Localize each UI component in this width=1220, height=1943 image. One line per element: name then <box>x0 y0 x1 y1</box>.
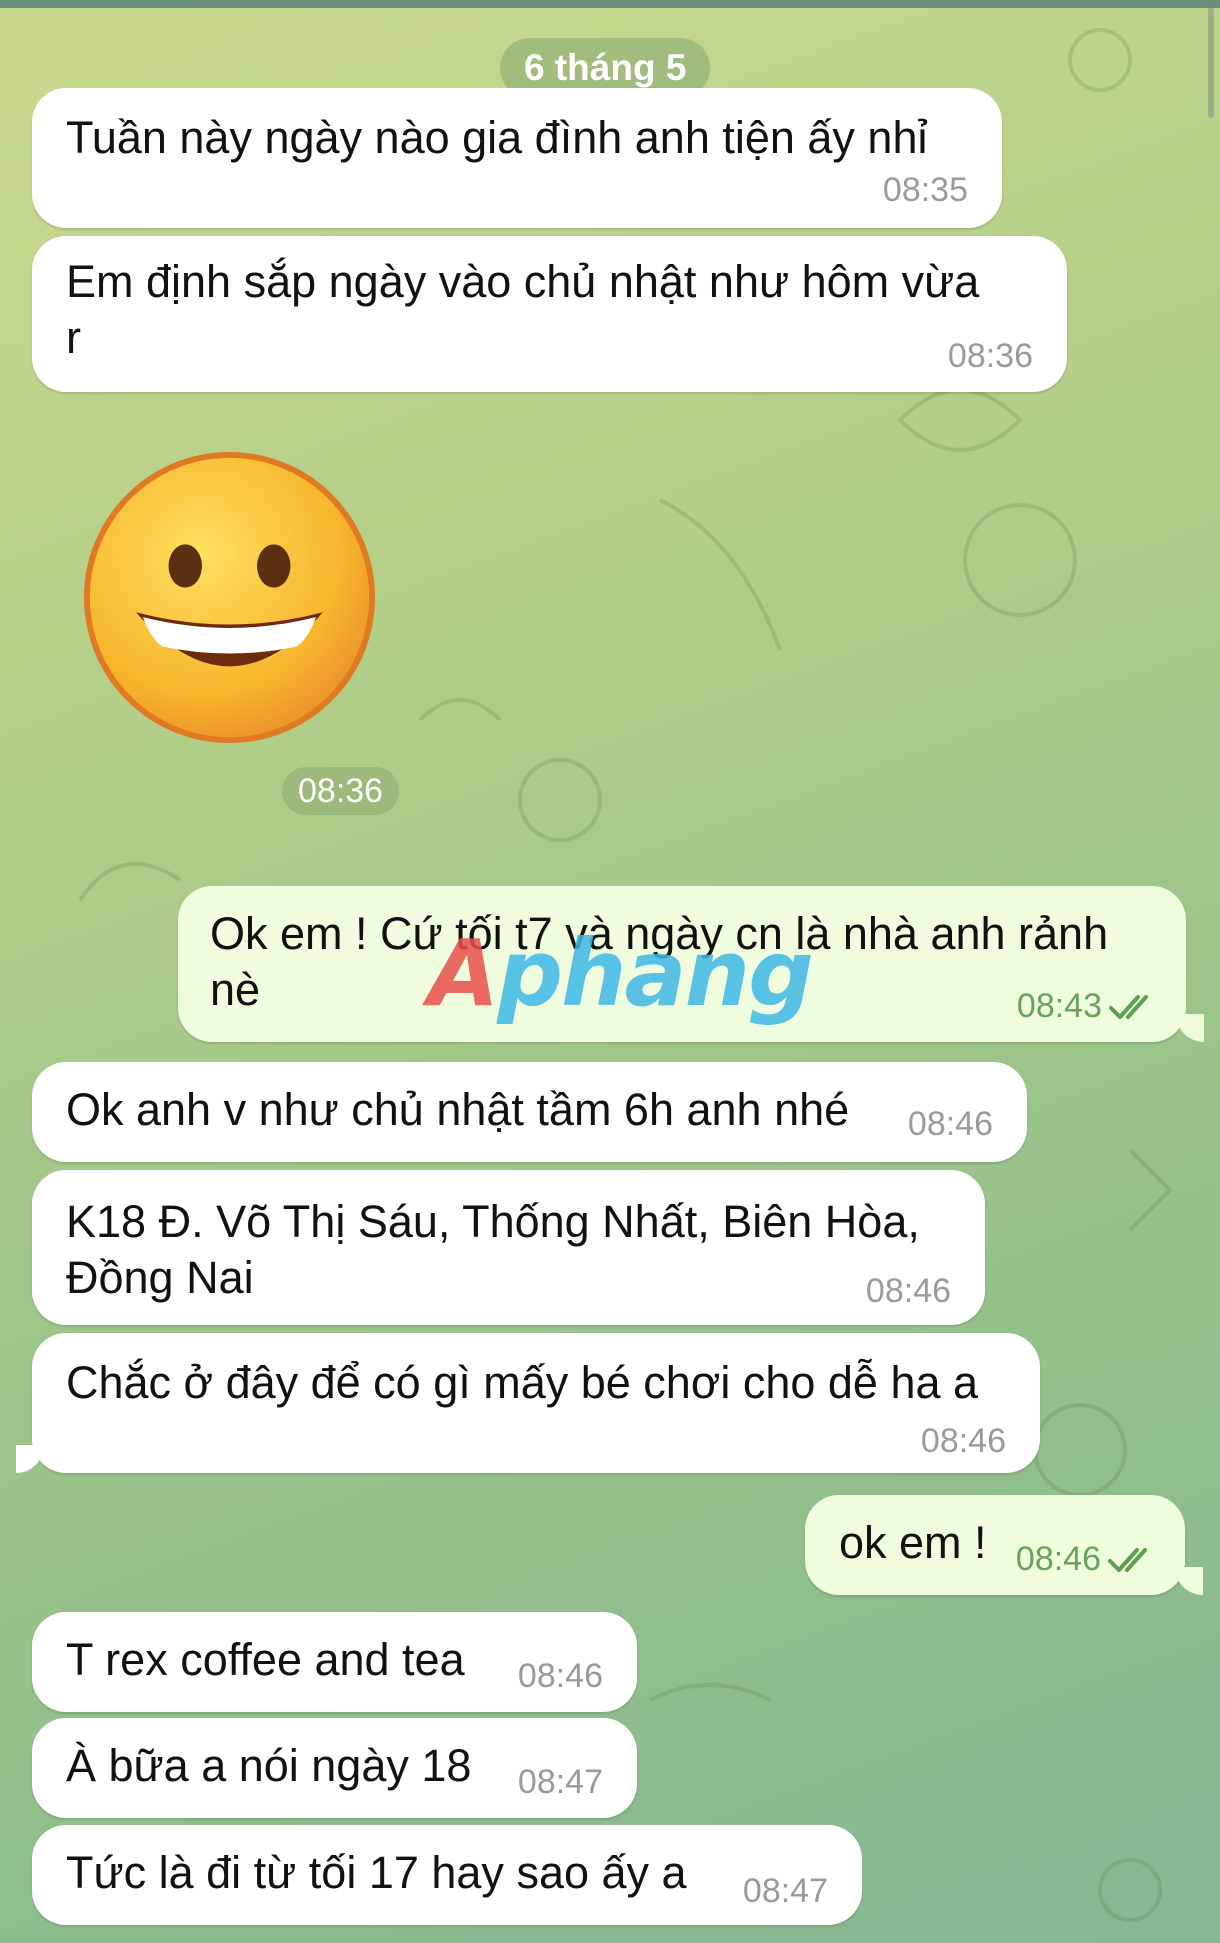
message-time: 08:43 <box>1016 987 1102 1025</box>
message-text: Tức là đi từ tối 17 hay sao ấy a <box>66 1847 687 1898</box>
message-text: Chắc ở đây để có gì mấy bé chơi cho dễ h… <box>66 1357 979 1408</box>
message-time: 08:36 <box>282 767 400 815</box>
watermark-logo: Aphang <box>428 920 814 1027</box>
message-time: 08:47 <box>517 1763 603 1801</box>
message-text: Tuần này ngày nào gia đình anh tiện ấy n… <box>66 112 928 163</box>
message-bubble-incoming[interactable]: Tuần này ngày nào gia đình anh tiện ấy n… <box>32 88 1002 228</box>
message-bubble-incoming[interactable]: Em định sắp ngày vào chủ nhật như hôm vừ… <box>32 236 1067 392</box>
message-bubble-incoming[interactable]: Chắc ở đây để có gì mấy bé chơi cho dễ h… <box>32 1333 1040 1473</box>
message-bubble-incoming[interactable]: T rex coffee and tea 08:46 <box>32 1612 637 1712</box>
message-time: 08:36 <box>947 337 1033 375</box>
message-time: 08:46 <box>920 1422 1006 1460</box>
message-text: T rex coffee and tea <box>66 1634 465 1685</box>
grinning-face-emoji[interactable] <box>82 450 377 745</box>
message-bubble-incoming[interactable]: K18 Đ. Võ Thị Sáu, Thống Nhất, Biên Hòa,… <box>32 1170 985 1325</box>
message-bubble-outgoing[interactable]: ok em ! 08:46 <box>805 1495 1185 1595</box>
message-text: Em định sắp ngày vào chủ nhật như hôm vừ… <box>66 256 980 363</box>
message-text: K18 Đ. Võ Thị Sáu, Thống Nhất, Biên Hòa,… <box>66 1196 920 1303</box>
read-checkmarks-icon <box>1109 995 1148 1019</box>
message-bubble-incoming[interactable]: À bữa a nói ngày 18 08:47 <box>32 1718 637 1818</box>
message-time: 08:46 <box>907 1105 993 1143</box>
message-time: 08:47 <box>742 1872 828 1910</box>
message-time: 08:46 <box>865 1272 951 1310</box>
message-time: 08:46 <box>517 1657 603 1695</box>
read-checkmarks-icon <box>1108 1548 1147 1572</box>
message-time: 08:35 <box>882 171 968 209</box>
message-text: À bữa a nói ngày 18 <box>66 1740 472 1791</box>
message-text: ok em ! <box>839 1517 987 1568</box>
message-text: Ok anh v như chủ nhật tầm 6h anh nhé <box>66 1084 850 1135</box>
scrollbar[interactable] <box>1208 0 1214 118</box>
message-bubble-incoming[interactable]: Ok anh v như chủ nhật tầm 6h anh nhé 08:… <box>32 1062 1027 1162</box>
message-bubble-incoming[interactable]: Tức là đi từ tối 17 hay sao ấy a 08:47 <box>32 1825 862 1925</box>
message-time: 08:46 <box>1015 1540 1101 1578</box>
